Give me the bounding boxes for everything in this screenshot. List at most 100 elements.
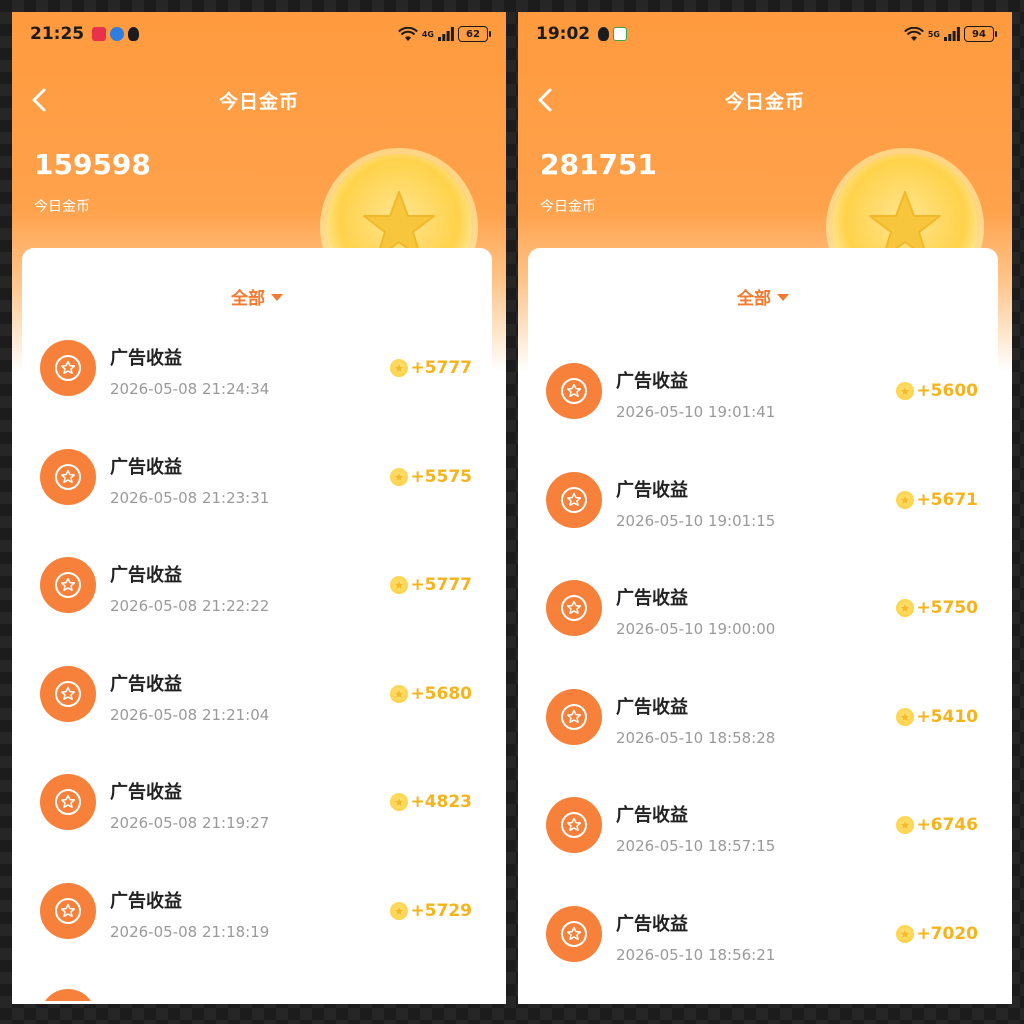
record-time: 2026-05-10 18:57:15 xyxy=(616,837,776,855)
star-badge-icon xyxy=(546,471,602,528)
amount-value: +4823 xyxy=(410,792,472,812)
record-time: 2026-05-08 21:21:04 xyxy=(110,705,270,724)
coin-total-label: 今日金币 xyxy=(540,199,596,215)
notification-icons xyxy=(92,27,140,41)
record-amount: +5729 xyxy=(390,901,472,921)
coin-record-list: 广告收益 2026-05-10 19:01:41 +5600 广告收益 2026… xyxy=(528,353,998,1004)
list-item[interactable]: 广告收益 2026-05-08 21:23:31 +5575 xyxy=(22,439,492,548)
star-badge-icon xyxy=(40,882,96,939)
record-time: 2026-05-10 18:58:28 xyxy=(616,728,776,747)
list-item[interactable]: 广告收益 2026-05-08 21:18:19 +5729 xyxy=(22,873,492,982)
coin-total-label: 今日金币 xyxy=(34,199,90,215)
record-title: 广告收益 xyxy=(110,348,182,369)
list-item[interactable]: 广告收益 2026-05-10 19:01:41 +5600 xyxy=(528,353,998,462)
record-amount: +5600 xyxy=(896,381,978,401)
app-notification-icon xyxy=(92,27,107,41)
amount-value: +5777 xyxy=(410,358,472,378)
filter-label: 全部 xyxy=(737,289,771,309)
amount-value: +5680 xyxy=(410,683,472,704)
record-time: 2026-05-08 21:18:19 xyxy=(110,922,270,941)
back-arrow-icon[interactable] xyxy=(532,86,560,114)
status-time: 21:25 xyxy=(30,24,85,44)
record-title: 广告收益 xyxy=(616,588,688,609)
coin-icon xyxy=(390,793,409,811)
list-item[interactable]: 广告收益 2026-05-08 21:21:04 +5680 xyxy=(22,656,492,765)
wifi-icon xyxy=(397,26,418,42)
coin-icon xyxy=(390,467,409,486)
filter-dropdown[interactable]: 全部 xyxy=(528,284,998,309)
coin-icon xyxy=(896,924,915,943)
star-badge-icon xyxy=(40,557,96,613)
coin-icon xyxy=(390,901,409,920)
star-badge-icon xyxy=(40,774,96,830)
star-badge-icon xyxy=(40,448,96,505)
back-arrow-icon[interactable] xyxy=(26,86,54,114)
record-amount: +5777 xyxy=(390,575,472,595)
star-badge-icon xyxy=(40,665,96,722)
star-badge-icon xyxy=(546,580,602,636)
star-badge-icon xyxy=(40,989,96,1001)
coin-icon xyxy=(896,707,915,726)
list-item[interactable]: 广告收益 2026-05-10 18:57:15 +6746 xyxy=(528,787,998,896)
coin-icon xyxy=(390,576,409,594)
star-badge-icon xyxy=(546,363,602,419)
coin-icon xyxy=(390,359,409,377)
battery-indicator: 62 xyxy=(458,26,491,42)
phone-screen-left: 21:25 4G 62 今日金币 159598 今日金币 全部 广告收益 202… xyxy=(12,12,506,1004)
coin-icon xyxy=(896,490,915,509)
amount-value: +5600 xyxy=(916,381,978,401)
coin-icon xyxy=(896,816,915,834)
record-title: 广告收益 xyxy=(616,696,688,718)
record-amount: +5410 xyxy=(896,707,978,727)
coin-icon xyxy=(390,684,409,703)
app-notification-icon xyxy=(613,27,628,41)
caret-down-icon xyxy=(271,294,283,301)
amount-value: +5575 xyxy=(410,466,472,487)
record-title: 广告收益 xyxy=(616,479,688,501)
list-item[interactable]: 广告收益 2026-05-10 19:01:15 +5671 xyxy=(528,462,998,571)
nav-bar: 今日金币 xyxy=(12,72,506,128)
record-amount: +6746 xyxy=(896,815,978,835)
record-time: 2026-05-08 21:23:31 xyxy=(110,488,270,507)
filter-dropdown[interactable]: 全部 xyxy=(22,284,492,309)
notification-icons xyxy=(598,27,628,41)
status-time: 19:02 xyxy=(536,24,591,44)
record-time: 2026-05-08 21:19:27 xyxy=(110,814,270,832)
list-item[interactable]: 广告收益 2026-05-08 21:22:22 +5777 xyxy=(22,547,492,656)
star-badge-icon xyxy=(546,797,602,853)
signal-icon xyxy=(438,27,454,41)
record-title: 广告收益 xyxy=(110,456,182,478)
record-amount: +5680 xyxy=(390,684,472,704)
status-bar: 19:02 5G 94 xyxy=(518,20,1012,48)
record-title: 广告收益 xyxy=(110,565,182,586)
record-time: 2026-05-08 21:22:22 xyxy=(110,597,270,615)
record-amount: +5671 xyxy=(896,490,978,510)
list-item[interactable]: 广告收益 2026-05-08 21:19:27 +4823 xyxy=(22,764,492,873)
list-item[interactable]: 广告收益 2026-05-10 18:56:21 +7020 xyxy=(528,896,998,1005)
phone-screen-right: 19:02 5G 94 今日金币 281751 今日金币 全部 广告收益 202… xyxy=(518,12,1012,1004)
signal-icon xyxy=(944,27,960,41)
record-title: 广告收益 xyxy=(616,805,688,826)
coin-total: 159598 xyxy=(34,148,151,181)
record-title: 广告收益 xyxy=(616,913,688,935)
nav-bar: 今日金币 xyxy=(518,72,1012,128)
coin-record-card: 全部 广告收益 2026-05-08 21:24:34 +5777 广告收益 2… xyxy=(22,248,492,1004)
status-bar: 21:25 4G 62 xyxy=(12,20,506,48)
amount-value: +5671 xyxy=(916,489,978,510)
list-item[interactable]: 广告收益 2026-05-10 18:58:28 +5410 xyxy=(528,679,998,788)
list-item[interactable]: 广告收益 2026-05-10 19:00:00 +5750 xyxy=(528,570,998,679)
battery-indicator: 94 xyxy=(964,26,997,42)
record-title: 广告收益 xyxy=(110,782,182,803)
status-right: 5G 94 xyxy=(903,26,997,42)
app-notification-icon xyxy=(110,27,125,41)
amount-value: +5777 xyxy=(410,575,472,595)
record-time: 2026-05-10 19:00:00 xyxy=(616,620,776,638)
network-type: 5G xyxy=(927,29,940,39)
penguin-icon xyxy=(128,27,140,41)
record-amount: +4823 xyxy=(390,792,472,812)
list-item[interactable]: 广告收益 2026-05-08 21:24:34 +5777 xyxy=(22,330,492,439)
record-amount: +5777 xyxy=(390,358,472,378)
network-type: 4G xyxy=(421,29,434,39)
amount-value: +7020 xyxy=(916,923,978,944)
record-amount: +5750 xyxy=(896,598,978,618)
